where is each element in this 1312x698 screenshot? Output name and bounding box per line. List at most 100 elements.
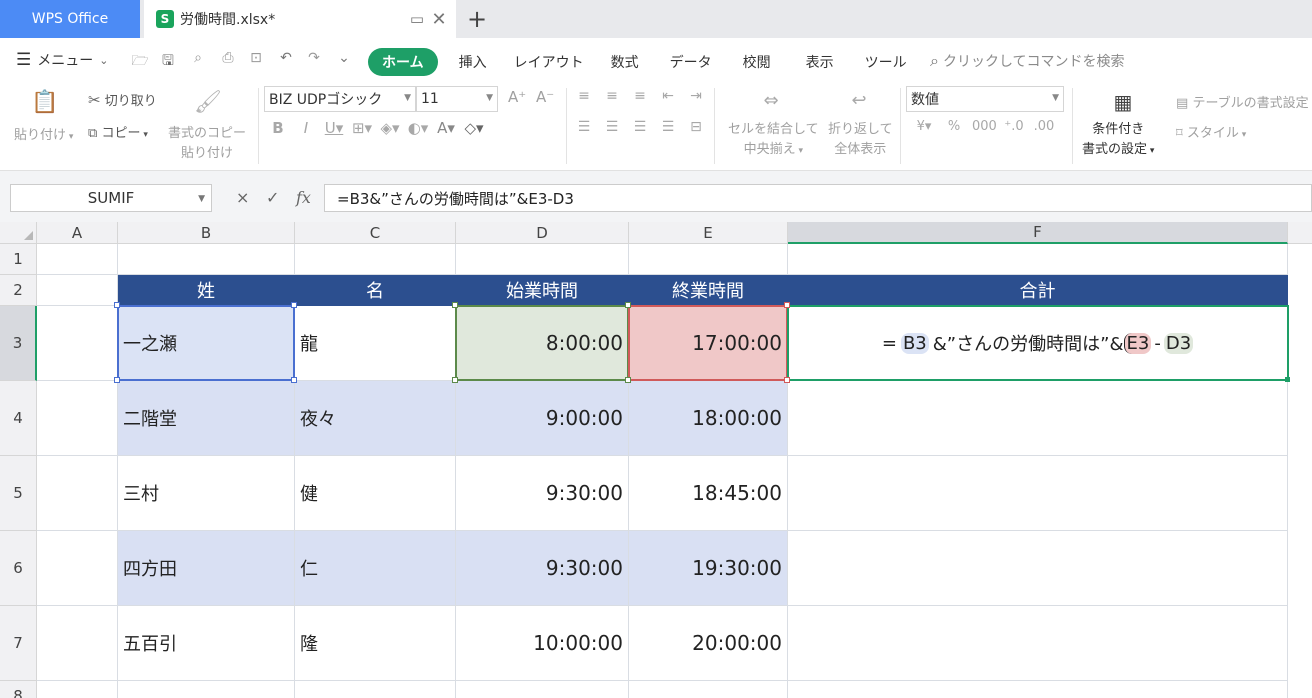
command-search[interactable]: ⌕ クリックしてコマンドを検索 bbox=[930, 51, 1125, 71]
italic-icon[interactable]: I bbox=[294, 119, 318, 137]
cell-e5[interactable]: 18:45:00 bbox=[629, 456, 788, 531]
cell-a6[interactable] bbox=[37, 531, 118, 606]
cancel-icon[interactable]: × bbox=[236, 188, 249, 207]
fill-style-icon[interactable]: ◈▾ bbox=[378, 119, 402, 137]
clear-format-icon[interactable]: ◇▾ bbox=[462, 119, 486, 137]
tab-data[interactable]: データ bbox=[660, 49, 722, 75]
tab-insert[interactable]: 挿入 bbox=[438, 49, 508, 75]
print-icon[interactable]: ⎙ bbox=[218, 50, 238, 66]
cell-a3[interactable] bbox=[37, 306, 118, 381]
cell-e4[interactable]: 18:00:00 bbox=[629, 381, 788, 456]
row-header-4[interactable]: 4 bbox=[0, 381, 37, 456]
row-header-2[interactable]: 2 bbox=[0, 275, 37, 306]
row-header-8[interactable]: 8 bbox=[0, 681, 37, 698]
cell-a7[interactable] bbox=[37, 606, 118, 681]
new-tab-button[interactable]: + bbox=[462, 4, 492, 34]
cell-c5[interactable]: 健 bbox=[295, 456, 456, 531]
decrease-font-icon[interactable]: A⁻ bbox=[536, 88, 554, 106]
cell-f5[interactable] bbox=[788, 456, 1288, 531]
increase-font-icon[interactable]: A⁺ bbox=[508, 88, 526, 106]
resize-handle[interactable] bbox=[452, 377, 458, 383]
cell-d7[interactable]: 10:00:00 bbox=[456, 606, 629, 681]
tab-tools[interactable]: ツール bbox=[848, 49, 924, 75]
currency-icon[interactable]: ¥▾ bbox=[912, 119, 936, 134]
percent-icon[interactable]: % bbox=[942, 119, 966, 134]
cell-d5[interactable]: 9:30:00 bbox=[456, 456, 629, 531]
cell-b5[interactable]: 三村 bbox=[118, 456, 295, 531]
cell-f2[interactable]: 合計 bbox=[788, 275, 1288, 306]
justify-icon[interactable]: ☰ bbox=[656, 119, 680, 135]
column-header-a[interactable]: A bbox=[37, 222, 118, 244]
resize-handle[interactable] bbox=[114, 302, 120, 308]
cell-b2[interactable]: 姓 bbox=[118, 275, 295, 306]
open-folder-icon[interactable]: 🗁 bbox=[130, 50, 150, 74]
cell-f1[interactable] bbox=[788, 244, 1288, 275]
copy-button[interactable]: ⧉ コピー ▾ bbox=[88, 122, 148, 141]
wrap-text-button[interactable]: 折り返して 全体表示 bbox=[828, 120, 893, 160]
row-header-7[interactable]: 7 bbox=[0, 606, 37, 681]
name-box[interactable]: SUMIF ▼ bbox=[10, 184, 212, 212]
tab-layout[interactable]: レイアウト bbox=[508, 49, 590, 75]
save-icon[interactable]: 🖫 bbox=[158, 50, 178, 74]
cell-d8[interactable] bbox=[456, 681, 629, 698]
cell-f3-editing[interactable]: = B3 &”さんの労働時間は”& E3 - D3 bbox=[788, 306, 1288, 381]
cell-c1[interactable] bbox=[295, 244, 456, 275]
font-size-select[interactable]: 11 ▼ bbox=[416, 86, 498, 112]
insert-function-icon[interactable]: fx bbox=[296, 188, 311, 207]
font-color-icon[interactable]: A▾ bbox=[434, 119, 458, 137]
align-bottom-icon[interactable]: ≡ bbox=[628, 88, 652, 104]
thousands-icon[interactable]: 000 bbox=[972, 119, 997, 134]
cell-d1[interactable] bbox=[456, 244, 629, 275]
format-painter-button[interactable]: 書式のコピー 貼り付け bbox=[168, 124, 246, 164]
merge-center-button[interactable]: セルを結合して 中央揃え ▾ bbox=[728, 120, 819, 161]
align-right-icon[interactable]: ☰ bbox=[628, 119, 652, 135]
column-header-d[interactable]: D bbox=[456, 222, 629, 244]
tab-home[interactable]: ホーム bbox=[368, 48, 438, 76]
wrap-text-icon[interactable]: ↩ bbox=[844, 90, 874, 111]
cell-c3[interactable]: 龍 bbox=[295, 306, 456, 381]
monitor-icon[interactable]: ▭ bbox=[406, 8, 428, 30]
distribute-icon[interactable]: ⊟ bbox=[684, 119, 708, 135]
cell-b8[interactable] bbox=[118, 681, 295, 698]
align-middle-icon[interactable]: ≡ bbox=[600, 88, 624, 104]
main-menu-button[interactable]: ☰ メニュー ⌄ bbox=[16, 50, 108, 70]
resize-handle[interactable] bbox=[784, 302, 790, 308]
cell-d6[interactable]: 9:30:00 bbox=[456, 531, 629, 606]
font-name-select[interactable]: BIZ UDPゴシック ▼ bbox=[264, 86, 416, 112]
border-icon[interactable]: ⊞▾ bbox=[350, 119, 374, 137]
print-preview-icon[interactable]: ⊡ bbox=[246, 50, 266, 66]
underline-icon[interactable]: U▾ bbox=[322, 119, 346, 137]
style-button[interactable]: ⌑ スタイル ▾ bbox=[1176, 122, 1246, 141]
cell-b3[interactable]: 一之瀬 bbox=[118, 306, 295, 381]
row-header-5[interactable]: 5 bbox=[0, 456, 37, 531]
cell-a1[interactable] bbox=[37, 244, 118, 275]
column-header-b[interactable]: B bbox=[118, 222, 295, 244]
resize-handle[interactable] bbox=[452, 302, 458, 308]
redo-icon[interactable]: ↷ bbox=[304, 50, 324, 66]
increase-indent-icon[interactable]: ⇥ bbox=[684, 88, 708, 104]
cell-e3[interactable]: 17:00:00 bbox=[629, 306, 788, 381]
bold-icon[interactable]: B bbox=[266, 119, 290, 137]
table-format-button[interactable]: ▤ テーブルの書式設定 bbox=[1176, 92, 1309, 111]
formula-input[interactable]: =B3&”さんの労働時間は”&E3-D3 bbox=[324, 184, 1312, 212]
cell-a5[interactable] bbox=[37, 456, 118, 531]
resize-handle[interactable] bbox=[625, 377, 631, 383]
cell-e1[interactable] bbox=[629, 244, 788, 275]
select-all-corner[interactable] bbox=[0, 222, 37, 244]
tab-view[interactable]: 表示 bbox=[792, 49, 848, 75]
fill-handle[interactable] bbox=[1285, 377, 1290, 382]
cell-a4[interactable] bbox=[37, 381, 118, 456]
file-tab[interactable]: S 労働時間.xlsx* ▭ ✕ bbox=[144, 0, 456, 38]
cell-d3[interactable]: 8:00:00 bbox=[456, 306, 629, 381]
number-format-select[interactable]: 数値 ▼ bbox=[906, 86, 1064, 112]
paste-icon[interactable]: 📋 bbox=[30, 90, 60, 115]
tab-review[interactable]: 校閲 bbox=[722, 49, 792, 75]
cell-e8[interactable] bbox=[629, 681, 788, 698]
resize-handle[interactable] bbox=[784, 377, 790, 383]
decrease-indent-icon[interactable]: ⇤ bbox=[656, 88, 680, 104]
column-header-e[interactable]: E bbox=[629, 222, 788, 244]
column-header-g[interactable] bbox=[1288, 222, 1312, 244]
customize-toolbar-icon[interactable]: ⌄ bbox=[334, 50, 354, 66]
resize-handle[interactable] bbox=[291, 302, 297, 308]
resize-handle[interactable] bbox=[114, 377, 120, 383]
